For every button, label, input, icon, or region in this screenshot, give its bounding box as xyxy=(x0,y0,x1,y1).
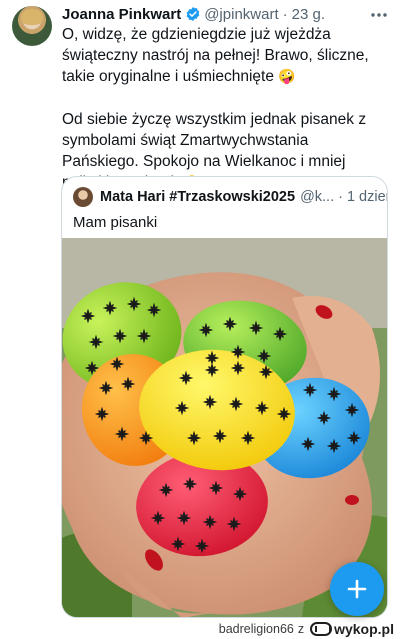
easter-eggs-image xyxy=(62,238,387,617)
quoted-author-handle[interactable]: @k... xyxy=(300,189,334,205)
author-name[interactable]: Joanna Pinkwart xyxy=(62,6,181,23)
author-avatar[interactable] xyxy=(12,6,52,46)
quoted-separator-dot: · xyxy=(338,189,343,205)
quoted-timestamp[interactable]: 1 dzień xyxy=(347,189,387,205)
compose-button[interactable] xyxy=(330,562,384,616)
tweet-header: Joanna Pinkwart @jpinkwart · 23 g. xyxy=(62,4,388,24)
wykop-logo-icon xyxy=(310,621,333,636)
author-handle[interactable]: @jpinkwart xyxy=(204,6,278,23)
paragraph-1-text: O, widzę, że gdzieniegdzie już wjeżdża ś… xyxy=(62,26,369,85)
more-horizontal-icon[interactable] xyxy=(370,8,388,22)
quoted-tweet-text: Mam pisanki xyxy=(73,214,158,231)
quoted-tweet[interactable]: Mata Hari #Trzaskowski2025 @k... · 1 dzi… xyxy=(61,176,388,618)
easter-eggs-photo[interactable] xyxy=(62,238,387,617)
zany-face-emoji: 🤪 xyxy=(278,69,296,85)
verified-badge-icon xyxy=(186,7,200,21)
wykop-footer: badreligion66 z wykop.pl xyxy=(0,618,400,639)
wykop-logo[interactable]: wykop.pl xyxy=(310,621,394,637)
quoted-author-name[interactable]: Mata Hari #Trzaskowski2025 xyxy=(100,189,295,205)
quoted-tweet-header: Mata Hari #Trzaskowski2025 @k... · 1 dzi… xyxy=(73,187,387,207)
separator-dot: · xyxy=(282,5,288,23)
footer-username[interactable]: badreligion66 xyxy=(219,622,294,636)
plus-icon xyxy=(347,579,367,599)
quoted-author-avatar[interactable] xyxy=(73,187,93,207)
tweet-paragraph-1: O, widzę, że gdzieniegdzie już wjeżdża ś… xyxy=(62,24,388,88)
tweet[interactable]: Joanna Pinkwart @jpinkwart · 23 g. O, wi… xyxy=(0,0,400,618)
tweet-timestamp[interactable]: 23 g. xyxy=(292,6,325,23)
footer-site: wykop.pl xyxy=(334,620,394,637)
footer-connector: z xyxy=(297,621,305,636)
